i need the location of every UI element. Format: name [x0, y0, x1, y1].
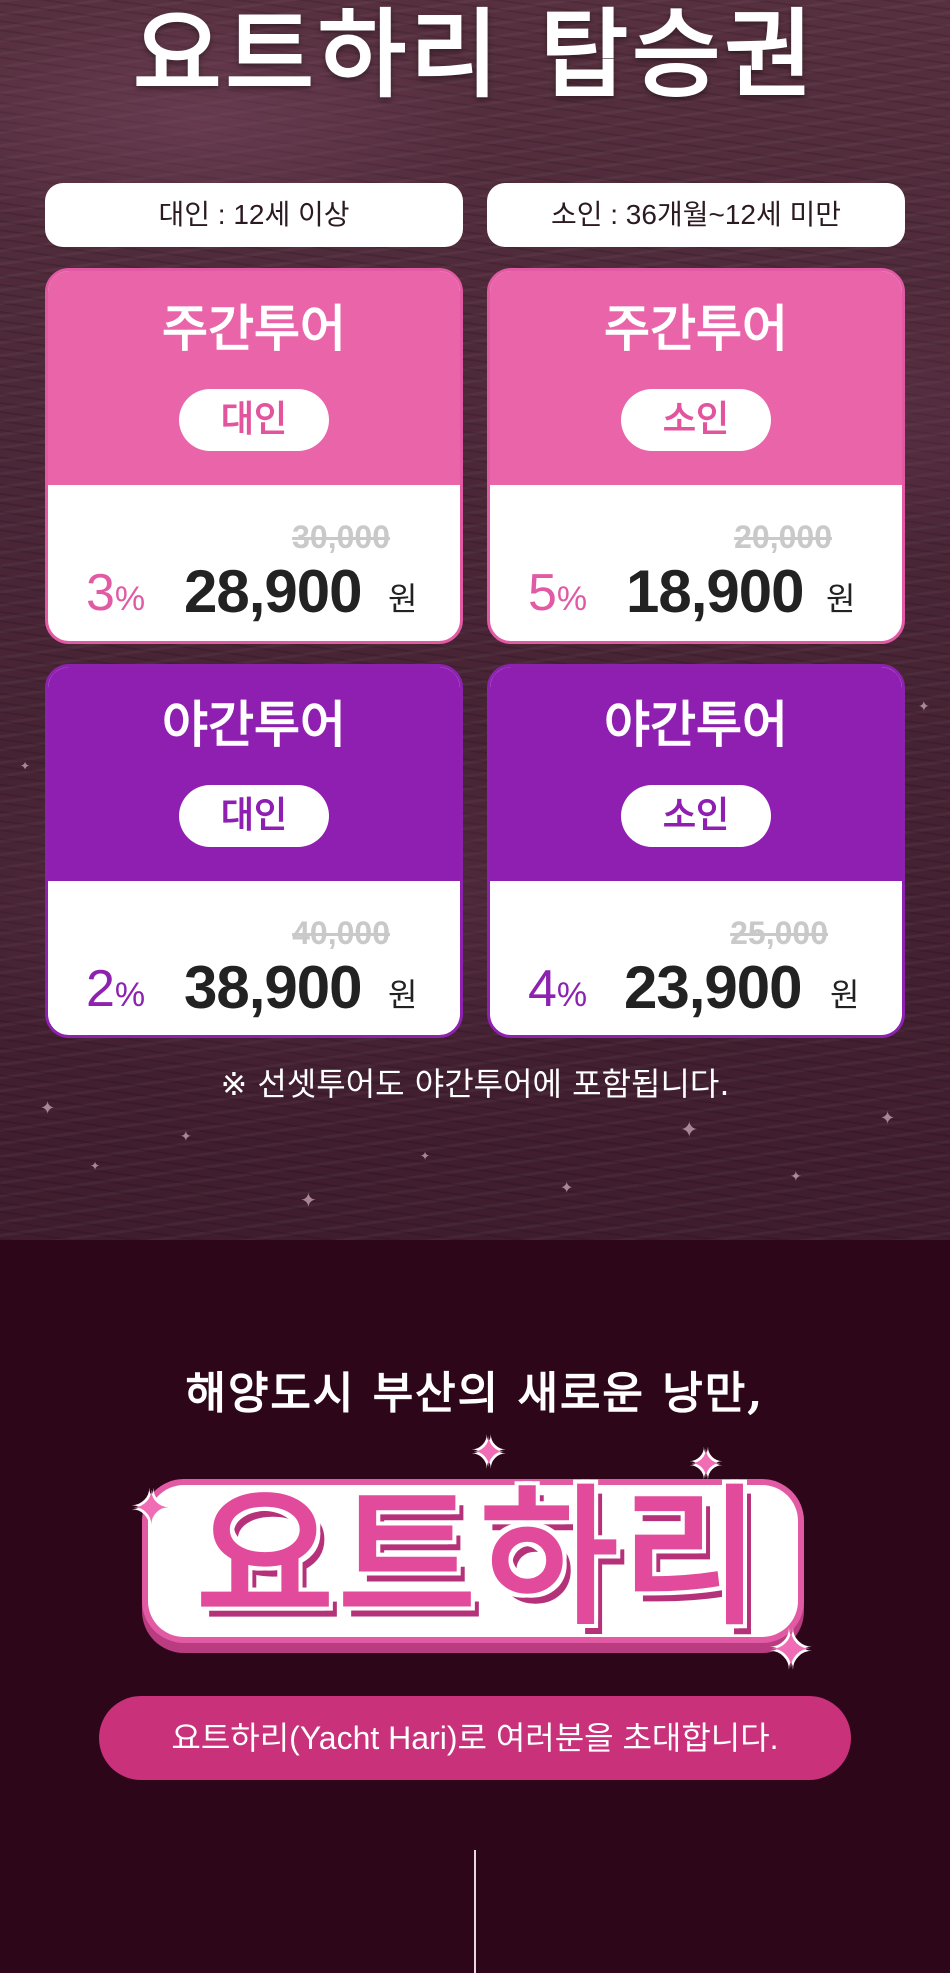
discount-rate: 5%: [528, 563, 587, 629]
age-badge: 대인: [179, 389, 329, 451]
discount-value: 2: [86, 960, 115, 1018]
sparkle-icon: ✦: [918, 699, 930, 715]
sparkle-icon: ✦: [770, 1621, 812, 1679]
original-price: 25,000: [730, 915, 828, 951]
yacht-hari-logo: 요트하리 ✦ ✦ ✦ ✦: [130, 1433, 830, 1679]
tour-name: 주간투어: [162, 300, 346, 358]
original-price: 30,000: [292, 519, 390, 555]
sparkle-icon: ✦: [180, 1129, 192, 1145]
sparkle-icon: ✦: [420, 1149, 431, 1163]
ticket-card-day-adult[interactable]: 주간투어 대인 30,000 3% 28,900 원: [45, 268, 463, 644]
sale-price: 23,900: [624, 954, 803, 1021]
age-badge: 소인: [621, 785, 771, 847]
discount-value: 3: [86, 564, 115, 622]
category-label-adult: 대인 : 12세 이상: [45, 183, 463, 247]
currency-label: 원: [830, 976, 860, 1014]
sparkle-icon: ✦: [90, 1159, 101, 1173]
currency-label: 원: [388, 976, 418, 1014]
age-badge: 대인: [179, 785, 329, 847]
sparkle-icon: ✦: [20, 759, 31, 773]
age-badge: 소인: [621, 389, 771, 451]
ticket-section: ✦ ✦ ✦ ✦ ✦ ✦ ✦ ✦ ✦ ✦ ✦ 요트하리 탑승권 대인 : 12세 …: [0, 0, 950, 1240]
sparkle-icon: ✦: [300, 1188, 317, 1212]
discount-rate: 4%: [528, 959, 587, 1025]
sale-price: 38,900: [184, 954, 363, 1021]
discount-value: 4: [528, 960, 557, 1018]
ticket-card-night-child[interactable]: 야간투어 소인 25,000 4% 23,900 원: [487, 664, 905, 1038]
sparkle-icon: ✦: [680, 1118, 699, 1143]
night-tour-note: ※ 선셋투어도 야간투어에 포함됩니다.: [220, 1065, 730, 1103]
tour-name: 야간투어: [162, 696, 346, 754]
intro-section: 해양도시 부산의 새로운 낭만, 요트하리 ✦ ✦ ✦ ✦ 요트하리(Yacht…: [0, 1240, 950, 1973]
sale-price: 18,900: [626, 558, 805, 625]
currency-label: 원: [388, 580, 418, 618]
sparkle-icon: ✦: [880, 1108, 896, 1129]
sparkle-icon: ✦: [790, 1169, 802, 1185]
original-price: 40,000: [292, 915, 390, 951]
intro-tagline: 해양도시 부산의 새로운 낭만,: [185, 1368, 765, 1419]
sparkle-icon: ✦: [560, 1178, 574, 1197]
sale-price: 28,900: [184, 558, 363, 625]
discount-unit: %: [114, 976, 146, 1014]
discount-unit: %: [556, 580, 588, 618]
sparkle-icon: ✦: [690, 1442, 722, 1486]
page-title: 요트하리 탑승권: [133, 0, 817, 111]
discount-unit: %: [556, 976, 588, 1014]
discount-value: 5: [528, 564, 557, 622]
tour-name: 주간투어: [604, 300, 788, 358]
scroll-divider-line: [474, 1850, 476, 1973]
invite-banner: 요트하리(Yacht Hari)로 여러분을 초대합니다.: [99, 1696, 851, 1780]
ticket-card-day-child[interactable]: 주간투어 소인 20,000 5% 18,900 원: [487, 268, 905, 644]
discount-unit: %: [114, 580, 146, 618]
currency-label: 원: [826, 580, 856, 618]
category-label-child: 소인 : 36개월~12세 미만: [487, 183, 905, 247]
logo-text: 요트하리: [195, 1470, 764, 1646]
discount-rate: 3%: [86, 563, 145, 629]
discount-rate: 2%: [86, 959, 145, 1025]
original-price: 20,000: [734, 519, 832, 555]
sparkle-icon: ✦: [472, 1430, 506, 1476]
tour-name: 야간투어: [604, 696, 788, 754]
sparkle-icon: ✦: [132, 1481, 171, 1535]
ticket-card-night-adult[interactable]: 야간투어 대인 40,000 2% 38,900 원: [45, 664, 463, 1038]
